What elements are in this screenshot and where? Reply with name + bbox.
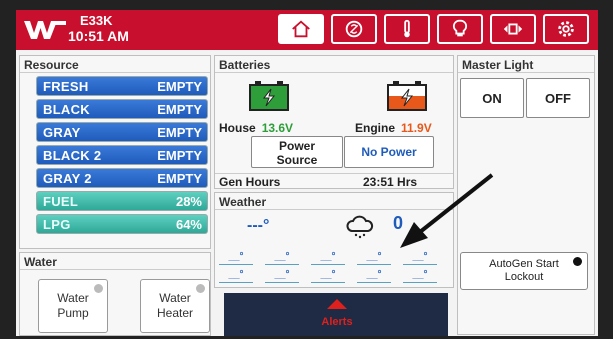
tab-settings[interactable] bbox=[543, 14, 589, 44]
gen-hours-label: Gen Hours bbox=[219, 175, 281, 189]
engine-battery-icon bbox=[387, 81, 427, 111]
engine-battery-readout: Engine 11.9V bbox=[355, 121, 432, 135]
tab-temperature[interactable] bbox=[384, 14, 430, 44]
thermometer-icon bbox=[404, 19, 410, 38]
water-pump-label-2: Pump bbox=[57, 306, 89, 320]
slide-icon bbox=[503, 23, 523, 35]
tank-name: FRESH bbox=[43, 78, 89, 94]
tank-name: BLACK bbox=[43, 101, 90, 117]
power-source-label-2: Source bbox=[276, 153, 318, 167]
weather-partial-readout: 0 bbox=[393, 213, 404, 233]
rain-cloud-icon bbox=[346, 215, 374, 239]
tank-level: EMPTY bbox=[157, 124, 202, 140]
forecast-low: __° bbox=[265, 269, 299, 283]
alert-triangle-icon bbox=[327, 299, 347, 309]
tank-name: GRAY 2 bbox=[43, 170, 92, 186]
master-light-on-button[interactable]: ON bbox=[460, 78, 524, 118]
resource-title: Resource bbox=[20, 56, 210, 73]
tank-name: LPG bbox=[43, 216, 71, 232]
autogen-label-2: Lockout bbox=[504, 271, 544, 283]
house-voltage: 13.6V bbox=[261, 121, 294, 135]
tank-gray[interactable]: GRAY EMPTY bbox=[36, 122, 208, 142]
autogen-start-lockout-button[interactable]: AutoGen Start Lockout bbox=[460, 252, 588, 290]
tank-name: GRAY bbox=[43, 124, 81, 140]
alerts-button[interactable]: Alerts bbox=[224, 293, 448, 336]
clock: 10:51 AM bbox=[68, 28, 129, 44]
tank-lpg[interactable]: LPG 64% bbox=[36, 214, 208, 234]
gear-icon bbox=[558, 21, 574, 37]
gen-hours-value: 23:51 Hrs bbox=[363, 175, 418, 189]
tab-home[interactable] bbox=[278, 14, 324, 44]
tank-level: 64% bbox=[175, 216, 202, 232]
forecast-low: __° bbox=[357, 269, 391, 283]
tank-level: EMPTY bbox=[157, 147, 202, 163]
water-pump-label-1: Water bbox=[57, 291, 89, 305]
autogen-indicator bbox=[573, 257, 582, 266]
header-bar: E33K 10:51 AM bbox=[16, 10, 598, 50]
water-heater-button[interactable]: Water Heater bbox=[140, 279, 210, 333]
brand-logo bbox=[24, 21, 66, 39]
tank-level: EMPTY bbox=[157, 170, 202, 186]
master-light-panel: Master Light ON OFF AutoGen Start Lockou… bbox=[457, 55, 595, 335]
gen-hours-row: Gen Hours 23:51 Hrs bbox=[215, 173, 453, 189]
autogen-label-1: AutoGen Start bbox=[489, 258, 559, 270]
water-title: Water bbox=[20, 253, 210, 270]
tank-name: BLACK 2 bbox=[43, 147, 102, 163]
water-pump-indicator bbox=[94, 284, 103, 293]
touch-screen: E33K 10:51 AM Resource FRESH EMPTY BLACK bbox=[16, 10, 598, 336]
forecast-high: __° bbox=[311, 251, 345, 265]
forecast-low: __° bbox=[311, 269, 345, 283]
batteries-title: Batteries bbox=[215, 56, 453, 73]
power-source-button[interactable]: Power Source bbox=[251, 136, 343, 168]
water-panel: Water Water Pump Water Heater bbox=[19, 252, 211, 336]
engine-label: Engine bbox=[355, 121, 396, 135]
water-pump-button[interactable]: Water Pump bbox=[38, 279, 108, 333]
house-battery-readout: House 13.6V bbox=[219, 121, 293, 135]
house-label: House bbox=[219, 121, 256, 135]
tank-level: EMPTY bbox=[157, 78, 202, 94]
tab-lights[interactable] bbox=[437, 14, 483, 44]
model-label: E33K bbox=[80, 13, 113, 28]
tank-name: FUEL bbox=[43, 193, 79, 209]
forecast-low: __° bbox=[403, 269, 437, 283]
water-heater-indicator bbox=[196, 284, 205, 293]
tank-black[interactable]: BLACK EMPTY bbox=[36, 99, 208, 119]
water-heater-label-1: Water bbox=[159, 291, 191, 305]
engine-voltage: 11.9V bbox=[401, 121, 432, 135]
weather-title: Weather bbox=[215, 193, 453, 210]
resource-panel: Resource FRESH EMPTY BLACK EMPTY GRAY EM… bbox=[19, 55, 211, 249]
forecast-high: __° bbox=[265, 251, 299, 265]
home-icon bbox=[292, 20, 310, 38]
tank-fresh[interactable]: FRESH EMPTY bbox=[36, 76, 208, 96]
forecast-high: __° bbox=[403, 251, 437, 265]
tank-fuel[interactable]: FUEL 28% bbox=[36, 191, 208, 211]
lightbulb-icon bbox=[452, 19, 468, 37]
fan-icon bbox=[345, 20, 363, 38]
forecast-high: __° bbox=[357, 251, 391, 265]
tank-gray-2[interactable]: GRAY 2 EMPTY bbox=[36, 168, 208, 188]
house-battery-icon bbox=[249, 81, 289, 111]
tab-slides[interactable] bbox=[490, 14, 536, 44]
water-heater-label-2: Heater bbox=[156, 306, 194, 320]
tab-climate[interactable] bbox=[331, 14, 377, 44]
tank-level: EMPTY bbox=[157, 101, 202, 117]
alerts-label: Alerts bbox=[321, 316, 353, 328]
weather-panel: Weather ---° 0 __° __° __° __° __° __° _… bbox=[214, 192, 454, 288]
tank-black-2[interactable]: BLACK 2 EMPTY bbox=[36, 145, 208, 165]
tank-level: 28% bbox=[175, 193, 202, 209]
batteries-panel: Batteries House 13.6V Engine 11.9V Power S… bbox=[214, 55, 454, 189]
forecast-low: __° bbox=[219, 269, 253, 283]
master-light-off-button[interactable]: OFF bbox=[526, 78, 590, 118]
current-temperature: ---° bbox=[247, 217, 270, 234]
forecast-high: __° bbox=[219, 251, 253, 265]
power-source-label-1: Power bbox=[278, 139, 315, 153]
master-light-title: Master Light bbox=[458, 56, 594, 73]
power-source-value: No Power bbox=[344, 136, 434, 168]
